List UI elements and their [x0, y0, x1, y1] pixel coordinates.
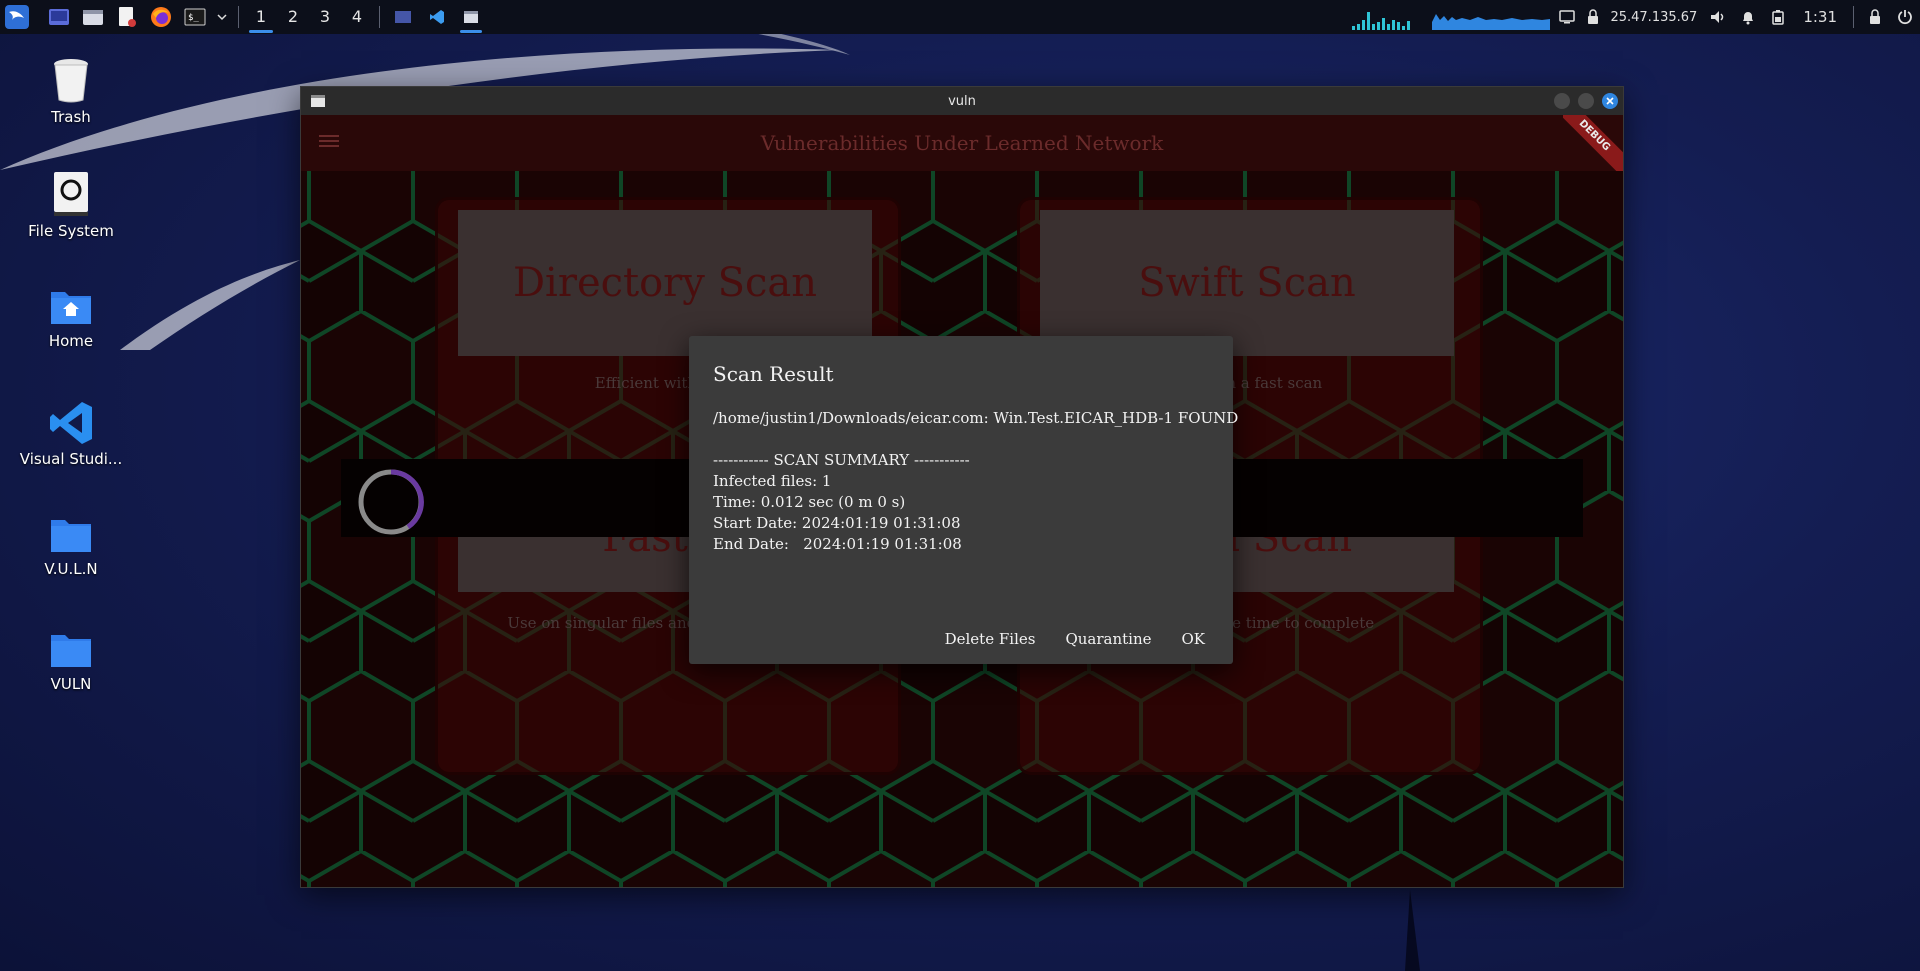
- desktop-item-vscode[interactable]: Visual Studi...: [11, 400, 131, 468]
- drive-icon: [54, 172, 88, 216]
- ip-address: 25.47.135.67: [1610, 9, 1698, 25]
- volume-icon[interactable]: [1703, 0, 1733, 34]
- firefox-icon[interactable]: [144, 0, 178, 34]
- dialog-body: /home/justin1/Downloads/eicar.com: Win.T…: [713, 408, 1239, 555]
- file-manager-icon[interactable]: [76, 0, 110, 34]
- found-line: /home/justin1/Downloads/eicar.com: Win.T…: [713, 409, 1239, 427]
- desktop-item-label: VULN: [50, 675, 92, 693]
- summary-header: ----------- SCAN SUMMARY -----------: [713, 451, 970, 469]
- dialog-title: Scan Result: [713, 362, 834, 386]
- top-panel: $_ 1 2 3 4 25.47.135.67 1:31: [0, 0, 1920, 34]
- desktop-item-label: V.U.L.N: [44, 560, 98, 578]
- debug-banner-container: DEBUG: [1563, 115, 1623, 171]
- infected-files: Infected files: 1: [713, 472, 832, 490]
- desktop-item-label: Visual Studi...: [19, 450, 123, 468]
- debug-banner: DEBUG: [1563, 115, 1623, 171]
- scan-result-dialog: Scan Result /home/justin1/Downloads/eica…: [689, 336, 1239, 664]
- desktop-item-label: Trash: [51, 108, 91, 126]
- chevron-down-icon[interactable]: [212, 0, 232, 34]
- terminal-icon[interactable]: $_: [178, 0, 212, 34]
- quarantine-button[interactable]: Quarantine: [1059, 626, 1157, 652]
- network-graph-icon: [1352, 12, 1551, 30]
- svg-text:$_: $_: [188, 13, 199, 23]
- folder-icon: [51, 520, 91, 552]
- power-icon[interactable]: [1890, 0, 1920, 34]
- vscode-icon: [50, 402, 92, 444]
- maximize-button[interactable]: [1578, 93, 1594, 109]
- window-titlebar[interactable]: vuln: [301, 87, 1623, 115]
- clock[interactable]: 1:31: [1793, 8, 1847, 26]
- task-vuln-window[interactable]: [454, 0, 488, 34]
- delete-files-button[interactable]: Delete Files: [939, 626, 1042, 652]
- hamburger-menu-icon[interactable]: [319, 133, 339, 149]
- text-editor-icon[interactable]: [110, 0, 144, 34]
- app-bar: Vulnerabilities Under Learned Network DE…: [301, 115, 1623, 171]
- end-date: End Date: 2024:01:19 01:31:08: [713, 535, 962, 553]
- panel-separator: [238, 6, 239, 28]
- task-vscode[interactable]: [420, 0, 454, 34]
- task-desktop[interactable]: [386, 0, 420, 34]
- desktop-item-vuln-dots[interactable]: V.U.L.N: [11, 514, 131, 578]
- notification-bell-icon[interactable]: [1733, 0, 1763, 34]
- start-date: Start Date: 2024:01:19 01:31:08: [713, 514, 961, 532]
- panel-separator: [1853, 6, 1854, 28]
- lock-screen-icon[interactable]: [1860, 0, 1890, 34]
- desktop-item-file-system[interactable]: File System: [11, 170, 131, 240]
- show-desktop-icon[interactable]: [42, 0, 76, 34]
- ok-button[interactable]: OK: [1175, 626, 1211, 652]
- close-icon: [1606, 97, 1614, 105]
- kali-menu-icon[interactable]: [0, 0, 34, 34]
- trash-icon: [54, 59, 88, 103]
- app-title: Vulnerabilities Under Learned Network: [760, 131, 1164, 155]
- desktop-item-label: File System: [28, 222, 114, 240]
- swift-scan-button[interactable]: Swift Scan: [1040, 210, 1454, 356]
- home-folder-icon: [51, 292, 91, 324]
- desktop-item-label: Home: [48, 332, 94, 350]
- vpn-lock-icon[interactable]: [1582, 0, 1604, 34]
- workspace-2[interactable]: 2: [277, 0, 309, 34]
- battery-icon[interactable]: [1763, 0, 1793, 34]
- workspace-4[interactable]: 4: [341, 0, 373, 34]
- workspace-1[interactable]: 1: [245, 0, 277, 34]
- desktop-item-vuln[interactable]: VULN: [11, 629, 131, 693]
- desktop-item-home[interactable]: Home: [11, 286, 131, 350]
- window-icon: [311, 95, 325, 107]
- workspace-3[interactable]: 3: [309, 0, 341, 34]
- display-icon[interactable]: [1552, 0, 1582, 34]
- loading-spinner-icon: [358, 469, 424, 535]
- minimize-button[interactable]: [1554, 93, 1570, 109]
- window-title: vuln: [948, 93, 976, 109]
- directory-scan-button[interactable]: Directory Scan: [458, 210, 872, 356]
- system-tray: 25.47.135.67 1:31: [1352, 0, 1920, 34]
- folder-icon: [51, 635, 91, 667]
- panel-separator: [379, 6, 380, 28]
- dialog-actions: Delete Files Quarantine OK: [939, 626, 1211, 652]
- scan-time: Time: 0.012 sec (0 m 0 s): [713, 493, 906, 511]
- close-button[interactable]: [1602, 93, 1618, 109]
- desktop-item-trash[interactable]: Trash: [11, 56, 131, 126]
